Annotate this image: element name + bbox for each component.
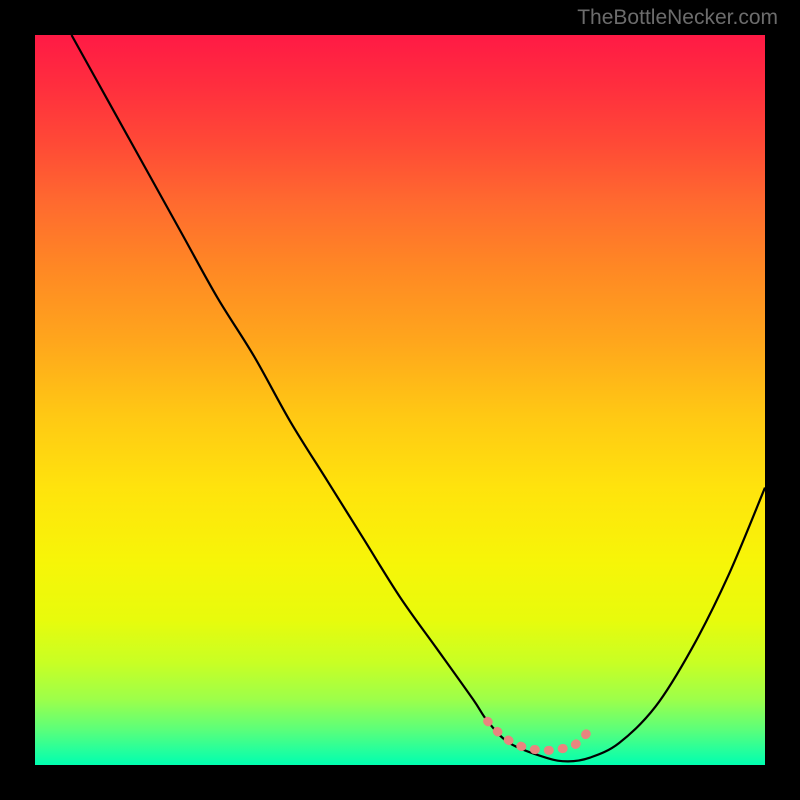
- attribution-text: TheBottleNecker.com: [577, 6, 778, 30]
- chart-plot-area: [35, 35, 765, 765]
- chart-svg: [35, 35, 765, 765]
- highlight-band-line: [488, 721, 590, 750]
- bottleneck-curve-line: [72, 35, 766, 761]
